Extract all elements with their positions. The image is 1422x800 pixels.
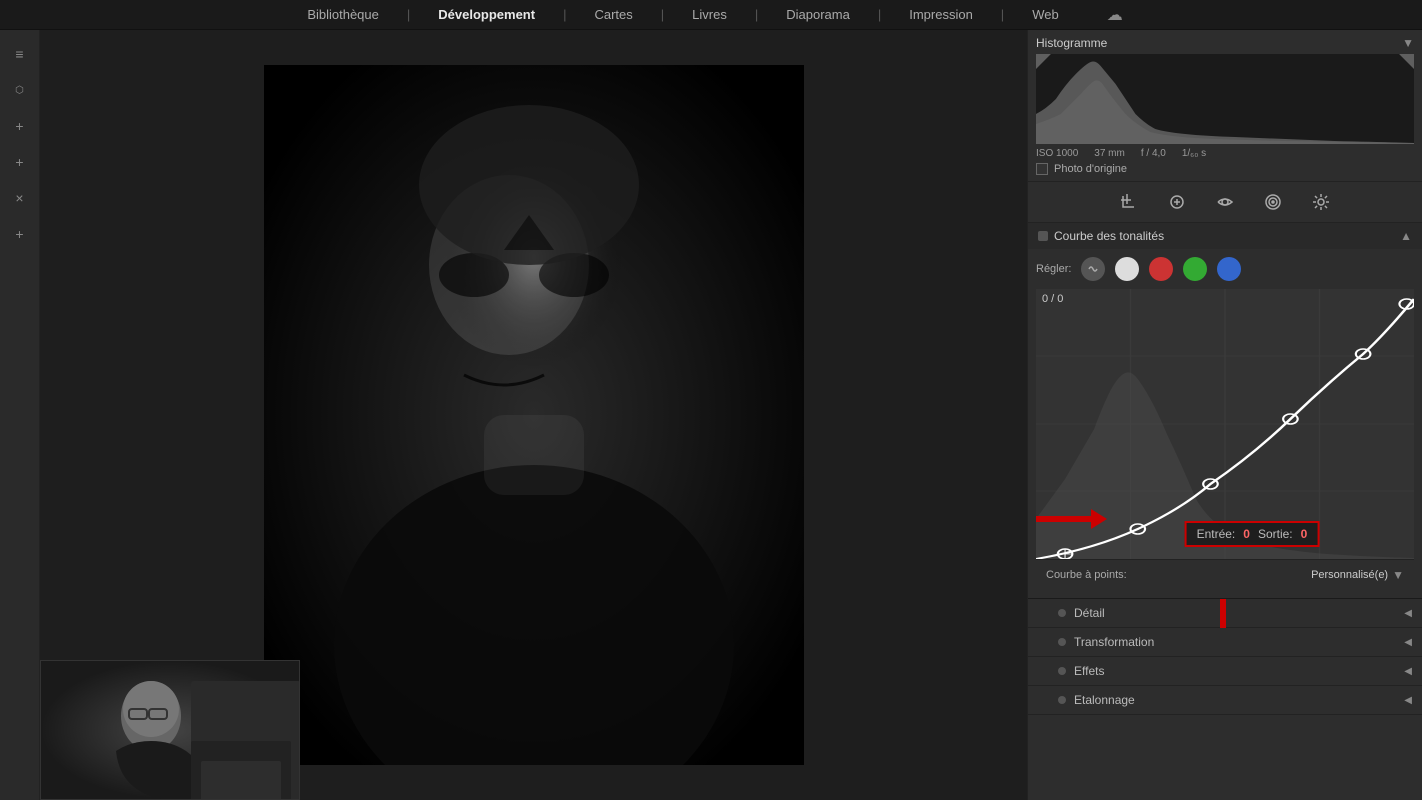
panel-dot-effets (1058, 667, 1066, 675)
left-panel-icon-4[interactable]: + (6, 148, 34, 176)
nav-cartes[interactable]: Cartes (586, 3, 640, 26)
photo-background (264, 65, 804, 765)
radial-filter-icon[interactable] (1261, 190, 1285, 214)
output-label: Sortie: (1258, 527, 1293, 541)
panel-label-detail: Détail (1074, 606, 1105, 620)
panel-dot-transformation (1058, 638, 1066, 646)
entry-label: Entrée: (1197, 527, 1236, 541)
right-panel: Histogramme ▼ (1027, 30, 1422, 800)
curve-value-display: 0 / 0 (1042, 293, 1063, 305)
focal-info: 37 mm (1094, 148, 1125, 159)
top-nav: Bibliothèque | Développement | Cartes | … (0, 0, 1422, 30)
panel-arrow-effets: ◀ (1404, 666, 1412, 677)
crop-icon[interactable] (1117, 190, 1141, 214)
panel-dot-etalonnage (1058, 696, 1066, 704)
nav-livres[interactable]: Livres (684, 3, 735, 26)
left-panel-icon-6[interactable]: + (6, 220, 34, 248)
heal-icon[interactable] (1165, 190, 1189, 214)
nav-bibliotheque[interactable]: Bibliothèque (299, 3, 387, 26)
nav-developpement[interactable]: Développement (430, 3, 543, 26)
left-panel-icon-3[interactable]: + (6, 112, 34, 140)
settings-icon[interactable] (1309, 190, 1333, 214)
webcam-background (41, 661, 299, 799)
left-panel: ≡ ⬡ + + × + (0, 30, 40, 800)
cloud-icon: ☁ (1107, 5, 1123, 25)
channel-white-btn[interactable] (1115, 257, 1139, 281)
left-panel-icon-1[interactable]: ≡ (6, 40, 34, 68)
webcam-overlay (40, 660, 300, 800)
panel-dot-detail (1058, 609, 1066, 617)
panel-arrow-detail: ◀ (1404, 608, 1412, 619)
panel-label-transformation: Transformation (1074, 635, 1154, 649)
bottom-panel-items: Détail ◀ Transformation ◀ E (1028, 599, 1422, 800)
histogram-info: ISO 1000 37 mm f / 4,0 1/₆₀ s (1036, 148, 1414, 159)
point-curve-dropdown[interactable]: ▼ (1392, 568, 1404, 582)
iso-info: ISO 1000 (1036, 148, 1078, 159)
panel-label-etalonnage: Etalonnage (1074, 693, 1135, 707)
nav-impression[interactable]: Impression (901, 3, 981, 26)
entry-value: 0 (1243, 527, 1250, 541)
main-photo (264, 65, 804, 765)
channel-green-btn[interactable] (1183, 257, 1207, 281)
channel-blue-btn[interactable] (1217, 257, 1241, 281)
main-layout: ≡ ⬡ + + × + (0, 30, 1422, 800)
panel-label-effets: Effets (1074, 664, 1104, 678)
panel-item-transformation[interactable]: Transformation ◀ (1028, 628, 1422, 657)
original-photo-label: Photo d'origine (1054, 163, 1127, 175)
panel-item-effets[interactable]: Effets ◀ (1028, 657, 1422, 686)
tone-curve-body: Régler: 0 / 0 (1028, 249, 1422, 598)
tone-curve-collapse-btn[interactable]: ▲ (1400, 229, 1412, 243)
redeye-icon[interactable] (1213, 190, 1237, 214)
curve-graph[interactable]: 0 / 0 (1036, 289, 1414, 559)
aperture-info: f / 4,0 (1141, 148, 1166, 159)
histogram-section: Histogramme ▼ (1028, 30, 1422, 182)
original-photo-row: Photo d'origine (1036, 163, 1414, 175)
center-area (40, 30, 1027, 800)
entry-output-box: Entrée: 0 Sortie: 0 (1185, 521, 1320, 547)
left-panel-icon-5[interactable]: × (6, 184, 34, 212)
channel-mono-btn[interactable] (1081, 257, 1105, 281)
histogram-header: Histogramme ▼ (1036, 36, 1414, 50)
red-arrow-up (1213, 599, 1233, 628)
tone-curve-header: Courbe des tonalités ▲ (1028, 223, 1422, 249)
histogram-collapse-btn[interactable]: ▼ (1402, 36, 1414, 50)
left-panel-icon-2[interactable]: ⬡ (6, 76, 34, 104)
histogram-chart (1036, 54, 1414, 144)
output-value: 0 (1301, 527, 1308, 541)
histogram-title: Histogramme (1036, 36, 1107, 50)
panel-item-etalonnage[interactable]: Etalonnage ◀ (1028, 686, 1422, 715)
point-curve-value: Personnalisé(e) (1311, 569, 1388, 581)
tone-curve-section: Courbe des tonalités ▲ Régler: (1028, 223, 1422, 599)
shutter-info: 1/₆₀ s (1182, 148, 1206, 159)
panel-arrow-transformation: ◀ (1404, 637, 1412, 648)
channel-red-btn[interactable] (1149, 257, 1173, 281)
toolbar-icons (1028, 182, 1422, 223)
point-curve-row: Courbe à points: Personnalisé(e) ▼ (1036, 559, 1414, 590)
point-curve-label: Courbe à points: (1046, 569, 1127, 581)
original-photo-checkbox[interactable] (1036, 163, 1048, 175)
histogram-canvas (1036, 54, 1414, 144)
red-arrow-right (1036, 509, 1107, 529)
webcam-svg (41, 661, 299, 799)
tone-curve-title: Courbe des tonalités (1054, 229, 1164, 243)
photo-svg (264, 65, 804, 765)
reggler-label: Régler: (1036, 263, 1071, 275)
tc-collapse-dot (1038, 231, 1048, 241)
reggler-row: Régler: (1036, 257, 1414, 281)
panel-arrow-etalonnage: ◀ (1404, 695, 1412, 706)
nav-diaporama[interactable]: Diaporama (778, 3, 858, 26)
nav-web[interactable]: Web (1024, 3, 1067, 26)
